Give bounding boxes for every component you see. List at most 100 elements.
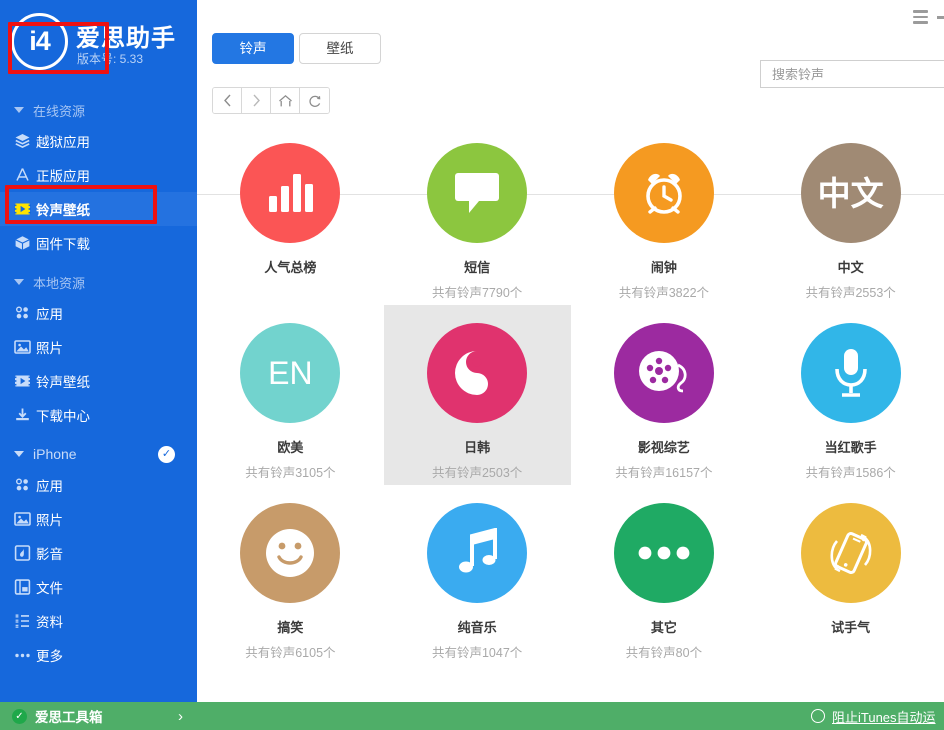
sidebar-item-越狱应用[interactable]: 越狱应用	[0, 124, 197, 158]
tab-ringtones[interactable]: 铃声	[212, 33, 294, 64]
category-tile-当红歌手[interactable]: 当红歌手共有铃声1586个	[757, 305, 944, 485]
category-name: 日韩	[464, 437, 490, 456]
device-connected-icon: ✓	[158, 446, 175, 463]
sidebar-item-影音[interactable]: 影音	[0, 536, 197, 570]
radio-circle-icon[interactable]	[811, 709, 825, 723]
category-tile-搞笑[interactable]: 搞笑共有铃声6105个	[197, 485, 384, 665]
sidebar-group-本地资源[interactable]: 本地资源	[0, 268, 197, 296]
sidebar-item-label: 照片	[36, 337, 63, 357]
sidebar-item-更多[interactable]: 更多	[0, 638, 197, 672]
main-content: 铃声 壁纸	[197, 0, 944, 730]
sidebar-group-label: iPhone	[33, 446, 77, 462]
glyph-label: EN	[268, 357, 312, 389]
category-count: 共有铃声80个	[626, 642, 702, 661]
category-tile-欧美[interactable]: EN 欧美共有铃声3105个	[197, 305, 384, 485]
category-tile-短信[interactable]: 短信共有铃声7790个	[384, 125, 571, 305]
category-name: 其它	[651, 617, 677, 636]
sidebar-group-iPhone[interactable]: iPhone ✓	[0, 440, 197, 468]
brand-header: i4 爱思助手 版本号: 5.33	[0, 0, 197, 88]
sidebar-item-资料[interactable]: 资料	[0, 604, 197, 638]
sidebar-item-label: 资料	[36, 611, 63, 631]
itunes-block-label[interactable]: 阻止iTunes自动运	[832, 707, 944, 726]
category-tile-人气总榜[interactable]: 人气总榜	[197, 125, 384, 305]
category-tile-纯音乐[interactable]: 纯音乐共有铃声1047个	[384, 485, 571, 665]
tab-bar: 铃声 壁纸	[197, 24, 944, 76]
jailbreak-icon	[14, 133, 31, 150]
category-grid: 人气总榜短信共有铃声7790个闹钟共有铃声3822个中文中文共有铃声2553个E…	[197, 125, 944, 695]
logo-text: i4	[29, 28, 50, 55]
appstore-icon	[14, 167, 31, 184]
sidebar-group-label: 本地资源	[33, 273, 85, 292]
back-arrow-icon[interactable]	[213, 88, 242, 113]
category-icon-circle	[614, 503, 714, 603]
photo-icon	[14, 511, 31, 528]
category-name: 短信	[464, 257, 490, 276]
sidebar-item-label: 正版应用	[36, 165, 90, 185]
category-tile-试手气[interactable]: 试手气	[757, 485, 944, 665]
media-icon	[14, 545, 31, 562]
category-name: 搞笑	[277, 617, 303, 636]
category-icon-circle	[614, 323, 714, 423]
category-tile-日韩[interactable]: 日韩共有铃声2503个	[384, 305, 571, 485]
category-tile-中文[interactable]: 中文中文共有铃声2553个	[757, 125, 944, 305]
category-name: 中文	[838, 257, 864, 276]
minimize-icon[interactable]	[937, 16, 944, 19]
sidebar-item-label: 下载中心	[36, 405, 90, 425]
photo-icon	[14, 339, 31, 356]
sidebar-item-文件[interactable]: 文件	[0, 570, 197, 604]
sidebar-item-label: 照片	[36, 509, 63, 529]
category-count: 共有铃声2553个	[805, 282, 895, 301]
sidebar-item-label: 应用	[36, 475, 63, 495]
category-name: 影视综艺	[638, 437, 690, 456]
sidebar-item-铃声壁纸-selected[interactable]: 铃声壁纸	[0, 192, 197, 226]
more-dots-icon	[14, 647, 31, 664]
sidebar-item-label: 越狱应用	[36, 131, 90, 151]
category-name: 当红歌手	[825, 437, 877, 456]
sidebar-item-铃声壁纸[interactable]: 铃声壁纸	[0, 364, 197, 398]
category-count: 共有铃声16157个	[615, 462, 712, 481]
category-icon-circle	[427, 143, 527, 243]
hamburger-icon[interactable]	[913, 10, 928, 22]
toolbox-button[interactable]: ✓ 爱思工具箱 ›	[0, 702, 197, 730]
caret-down-icon	[14, 451, 24, 457]
sidebar-item-应用[interactable]: 应用	[0, 296, 197, 330]
sidebar-item-应用[interactable]: 应用	[0, 468, 197, 502]
sidebar-group-在线资源[interactable]: 在线资源	[0, 96, 197, 124]
home-icon[interactable]	[271, 88, 300, 113]
category-count: 共有铃声1047个	[432, 642, 522, 661]
category-count: 共有铃声3105个	[245, 462, 335, 481]
category-tile-影视综艺[interactable]: 影视综艺共有铃声16157个	[571, 305, 758, 485]
category-icon-circle	[240, 503, 340, 603]
category-count: 共有铃声3822个	[619, 282, 709, 301]
bar-chart-icon	[267, 172, 313, 214]
sidebar-item-正版应用[interactable]: 正版应用	[0, 158, 197, 192]
file-icon	[14, 579, 31, 596]
category-name: 纯音乐	[458, 617, 497, 636]
sidebar-item-label: 铃声壁纸	[36, 371, 90, 391]
refresh-icon[interactable]	[300, 88, 329, 113]
shake-phone-icon	[824, 527, 878, 579]
sidebar-item-label: 铃声壁纸	[36, 199, 90, 219]
category-count: 共有铃声2503个	[432, 462, 522, 481]
category-icon-circle: EN	[240, 323, 340, 423]
taegeuk-icon	[453, 349, 501, 397]
category-count: 共有铃声7790个	[432, 282, 522, 301]
sidebar-item-label: 应用	[36, 303, 63, 323]
sidebar-item-照片[interactable]: 照片	[0, 330, 197, 364]
firmware-box-icon	[14, 235, 31, 252]
data-list-icon	[14, 613, 31, 630]
sidebar-item-label: 文件	[36, 577, 63, 597]
category-icon-circle	[427, 503, 527, 603]
sidebar-item-固件下载[interactable]: 固件下载	[0, 226, 197, 260]
forward-arrow-icon[interactable]	[242, 88, 271, 113]
sidebar-item-照片[interactable]: 照片	[0, 502, 197, 536]
category-tile-其它[interactable]: 其它共有铃声80个	[571, 485, 758, 665]
chinese-text-icon: 中文	[818, 177, 884, 210]
category-name: 欧美	[277, 437, 303, 456]
tab-wallpapers[interactable]: 壁纸	[299, 33, 381, 64]
alarm-clock-icon	[637, 166, 691, 220]
sidebar: i4 爱思助手 版本号: 5.33 在线资源越狱应用正版应用铃声壁纸固件下载本地…	[0, 0, 197, 730]
chevron-right-icon: ›	[178, 708, 183, 725]
category-tile-闹钟[interactable]: 闹钟共有铃声3822个	[571, 125, 758, 305]
sidebar-item-下载中心[interactable]: 下载中心	[0, 398, 197, 432]
